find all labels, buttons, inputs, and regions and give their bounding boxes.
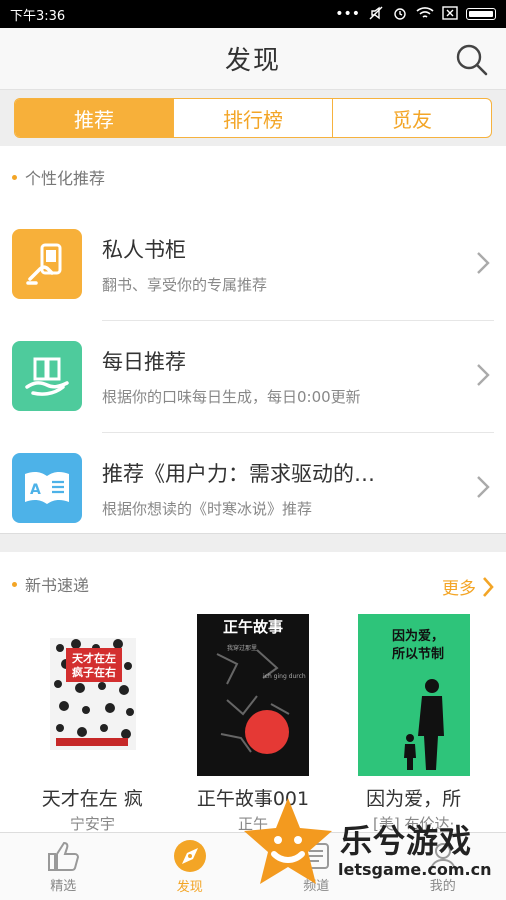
svg-text:ich ging durch: ich ging durch bbox=[263, 673, 306, 680]
book-item[interactable]: 正午故事 我穿过那里 ich ging durch 正午故事001 正午 bbox=[178, 614, 328, 834]
title-bar: 发现 bbox=[0, 28, 506, 90]
user-icon bbox=[429, 842, 456, 870]
rec-item-private-shelf[interactable]: 私人书柜 翻书、享受你的专属推荐 bbox=[0, 208, 506, 320]
svg-text:所以节制: 所以节制 bbox=[392, 646, 444, 662]
no-sim-icon bbox=[442, 5, 458, 23]
book-author: [美] 布伦达· bbox=[373, 815, 455, 833]
svg-text:我穿过那里: 我穿过那里 bbox=[227, 644, 257, 652]
more-dots-icon: ••• bbox=[335, 6, 360, 22]
rec-title: 推荐《用户力：需求驱动的… bbox=[102, 461, 375, 486]
book-author: 正午 bbox=[237, 815, 268, 833]
bullet-dot-icon bbox=[12, 174, 17, 180]
section-header: 个性化推荐 bbox=[0, 146, 506, 208]
rec-title: 私人书柜 bbox=[102, 237, 186, 262]
alarm-icon bbox=[392, 5, 408, 24]
rec-title: 每日推荐 bbox=[102, 349, 186, 374]
book-cover: 正午故事 我穿过那里 ich ging durch bbox=[196, 614, 309, 776]
rec-item-similar-book[interactable]: A 推荐《用户力：需求驱动的… 根据你想读的《时寒冰说》推荐 bbox=[0, 432, 506, 544]
status-icons: ••• bbox=[335, 5, 496, 24]
tab-ranking[interactable]: 排行榜 bbox=[174, 99, 333, 137]
search-button[interactable] bbox=[454, 42, 490, 78]
compass-icon bbox=[173, 839, 206, 872]
thumbs-up-icon bbox=[48, 841, 80, 871]
rec-item-daily[interactable]: 每日推荐 根据你的口味每日生成，每日0:00更新 bbox=[0, 320, 506, 432]
hand-book-icon bbox=[12, 341, 82, 411]
more-label: 更多 bbox=[442, 579, 476, 599]
book-title: 天才在左 疯 bbox=[41, 788, 143, 810]
book-author: 宁安宇 bbox=[69, 815, 115, 833]
section-title: 个性化推荐 bbox=[25, 169, 106, 188]
nav-discover[interactable]: 发现 bbox=[127, 833, 254, 900]
open-book-icon: A bbox=[12, 453, 82, 523]
book-cover: 天才在左 疯子在右 bbox=[36, 614, 149, 776]
book-list: 天才在左 疯子在右 天才在左 疯 宁安宇 正午故事 我穿过那里 ich ging… bbox=[0, 614, 506, 834]
new-books-section: 新书速递 更多 天才在左 疯子在右 天才在左 疯 宁安宇 正午故事 我穿过那里 … bbox=[0, 552, 506, 834]
svg-text:正午故事: 正午故事 bbox=[223, 618, 283, 636]
nav-label: 精选 bbox=[50, 878, 77, 894]
book-item[interactable]: 因为爱， 所以节制 因为爱，所 [美] 布伦达· bbox=[339, 614, 489, 834]
svg-text:疯子在右: 疯子在右 bbox=[72, 665, 116, 679]
book-title: 正午故事001 bbox=[196, 788, 310, 810]
chevron-right-icon bbox=[477, 364, 490, 386]
svg-text:天才在左: 天才在左 bbox=[72, 651, 116, 665]
nav-label: 发现 bbox=[176, 879, 203, 895]
more-link[interactable]: 更多 bbox=[442, 574, 494, 599]
battery-icon bbox=[466, 8, 496, 20]
nav-channel[interactable]: 频道 bbox=[253, 833, 380, 900]
svg-text:因为爱，: 因为爱， bbox=[392, 628, 444, 644]
tab-find-friends[interactable]: 觅友 bbox=[333, 99, 491, 137]
chevron-right-icon bbox=[477, 476, 490, 498]
status-time: 下午3:36 bbox=[10, 8, 66, 24]
channel-icon bbox=[303, 842, 330, 869]
section-header: 新书速递 bbox=[0, 552, 506, 616]
personal-recommend-section: 个性化推荐 私人书柜 翻书、享受你的专属推荐 每日推荐 根据你的口味每日生成，每… bbox=[0, 146, 506, 534]
hand-phone-icon bbox=[12, 229, 82, 299]
section-title: 新书速递 bbox=[25, 576, 90, 595]
chevron-right-icon bbox=[477, 252, 490, 274]
search-icon bbox=[456, 44, 488, 76]
nav-label: 我的 bbox=[429, 878, 456, 894]
nav-label: 频道 bbox=[303, 878, 330, 894]
rec-subtitle: 翻书、享受你的专属推荐 bbox=[102, 275, 268, 294]
page-title: 发现 bbox=[224, 46, 281, 76]
chevron-right-icon bbox=[483, 576, 494, 597]
book-title: 因为爱，所 bbox=[366, 788, 462, 810]
nav-mine[interactable]: 我的 bbox=[380, 833, 506, 900]
book-item[interactable]: 天才在左 疯子在右 天才在左 疯 宁安宇 bbox=[17, 614, 167, 834]
tab-recommend[interactable]: 推荐 bbox=[15, 99, 174, 137]
bottom-nav: 精选 发现 频道 我的 bbox=[0, 832, 506, 900]
tab-bar: 推荐 排行榜 觅友 bbox=[14, 98, 492, 138]
rec-subtitle: 根据你的口味每日生成，每日0:00更新 bbox=[102, 387, 361, 406]
svg-text:A: A bbox=[30, 482, 41, 498]
rec-subtitle: 根据你想读的《时寒冰说》推荐 bbox=[102, 499, 313, 518]
book-cover: 因为爱， 所以节制 bbox=[357, 614, 470, 776]
status-bar: 下午3:36 ••• bbox=[0, 0, 506, 28]
nav-featured[interactable]: 精选 bbox=[0, 833, 127, 900]
wifi-icon bbox=[416, 6, 434, 23]
mute-icon bbox=[368, 5, 384, 24]
bullet-dot-icon bbox=[12, 581, 17, 587]
